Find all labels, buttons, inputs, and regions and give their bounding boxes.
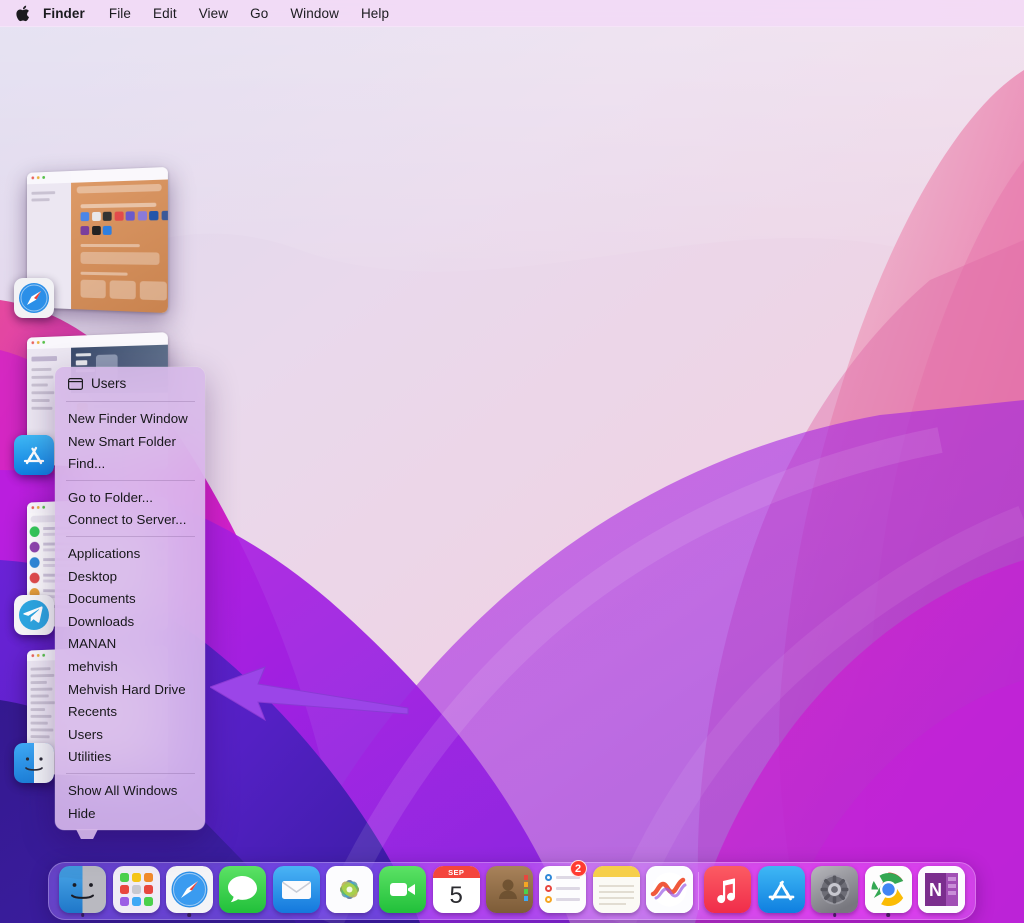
finder-icon[interactable] <box>59 866 106 913</box>
menu-item-hide[interactable]: Hide <box>55 802 205 825</box>
left-pointing-arrow-icon <box>210 664 410 724</box>
finder-window-icon <box>68 378 83 390</box>
menu-item-show-all-windows[interactable]: Show All Windows <box>55 779 205 802</box>
dock-item-photos[interactable] <box>323 862 376 920</box>
menu-edit[interactable]: Edit <box>142 0 188 27</box>
menu-header-label: Users <box>91 376 126 391</box>
calendar-icon[interactable]: SEP 5 <box>433 866 480 913</box>
menu-window[interactable]: Window <box>279 0 350 27</box>
running-indicator <box>833 913 837 917</box>
dock-separator <box>698 872 699 910</box>
dock-item-calendar[interactable]: SEP 5 <box>430 862 483 920</box>
menu-item-recents[interactable]: Recents <box>55 700 205 723</box>
facetime-icon[interactable] <box>379 866 426 913</box>
mail-icon[interactable] <box>273 866 320 913</box>
apple-logo-icon[interactable] <box>14 3 31 23</box>
menu-item-find[interactable]: Find... <box>55 452 205 475</box>
window-thumbnail-safari[interactable] <box>22 170 182 330</box>
menu-pointer-tail <box>76 829 98 839</box>
running-indicator <box>188 913 192 917</box>
menu-item-users[interactable]: Users <box>55 723 205 746</box>
menu-bar: Finder File Edit View Go Window Help <box>0 0 1024 27</box>
messages-icon[interactable] <box>219 866 266 913</box>
system-preferences-icon[interactable] <box>811 866 858 913</box>
dock-item-notes[interactable] <box>590 862 643 920</box>
dock-context-menu[interactable]: Users New Finder Window New Smart Folder… <box>55 367 205 830</box>
menu-header-users[interactable]: Users <box>55 372 205 396</box>
menu-item-documents[interactable]: Documents <box>55 587 205 610</box>
dock-item-reminders[interactable]: 2 <box>536 862 589 920</box>
dock-item-app-store[interactable] <box>755 862 808 920</box>
menu-help[interactable]: Help <box>350 0 400 27</box>
menu-item-new-finder-window[interactable]: New Finder Window <box>55 407 205 430</box>
dock-item-finder[interactable] <box>56 862 109 920</box>
menu-go[interactable]: Go <box>239 0 279 27</box>
music-icon[interactable] <box>704 866 751 913</box>
safari-icon[interactable] <box>166 866 213 913</box>
launchpad-icon[interactable] <box>113 866 160 913</box>
reminders-badge: 2 <box>570 860 587 877</box>
menu-view[interactable]: View <box>188 0 239 27</box>
dock-item-launchpad[interactable] <box>109 862 162 920</box>
menu-separator <box>66 536 195 537</box>
dock-item-mail[interactable] <box>269 862 322 920</box>
svg-text:N: N <box>929 880 942 900</box>
menu-item-applications[interactable]: Applications <box>55 542 205 565</box>
running-indicator <box>886 913 890 917</box>
dock-item-contacts[interactable] <box>483 862 536 920</box>
menu-item-manan[interactable]: MANAN <box>55 632 205 655</box>
menu-separator <box>66 401 195 402</box>
menu-finder[interactable]: Finder <box>34 0 98 27</box>
menu-item-mehvish[interactable]: mehvish <box>55 655 205 678</box>
running-indicator <box>81 913 85 917</box>
menu-item-downloads[interactable]: Downloads <box>55 610 205 633</box>
finder-icon <box>14 743 54 783</box>
telegram-icon <box>14 595 54 635</box>
calendar-month: SEP <box>448 868 464 877</box>
app-store-icon <box>14 435 54 475</box>
chrome-icon[interactable] <box>865 866 912 913</box>
stocks-icon[interactable] <box>646 866 693 913</box>
photos-icon[interactable] <box>326 866 373 913</box>
menu-item-new-smart-folder[interactable]: New Smart Folder <box>55 430 205 453</box>
contacts-icon[interactable] <box>486 866 533 913</box>
dock-item-chrome[interactable] <box>861 862 914 920</box>
menu-item-go-to-folder[interactable]: Go to Folder... <box>55 486 205 509</box>
notes-icon[interactable] <box>593 866 640 913</box>
calendar-day: 5 <box>450 884 463 908</box>
dock-item-system-preferences[interactable] <box>808 862 861 920</box>
safari-icon <box>14 278 54 318</box>
menu-item-desktop[interactable]: Desktop <box>55 565 205 588</box>
menu-separator <box>66 773 195 774</box>
onenote-icon[interactable]: N <box>918 866 965 913</box>
dock-item-stocks[interactable] <box>643 862 696 920</box>
dock-item-messages[interactable] <box>216 862 269 920</box>
menu-separator <box>66 480 195 481</box>
dock-item-music[interactable] <box>701 862 754 920</box>
menu-item-connect-to-server[interactable]: Connect to Server... <box>55 508 205 531</box>
dock-item-safari[interactable] <box>163 862 216 920</box>
menu-item-utilities[interactable]: Utilities <box>55 745 205 768</box>
dock-item-facetime[interactable] <box>376 862 429 920</box>
menu-file[interactable]: File <box>98 0 142 27</box>
dock[interactable]: SEP 5 <box>48 862 976 920</box>
app-store-icon[interactable] <box>758 866 805 913</box>
annotation-arrow <box>210 664 410 724</box>
menu-item-mehvish-hard-drive[interactable]: Mehvish Hard Drive <box>55 678 205 701</box>
dock-item-onenote[interactable]: N <box>915 862 968 920</box>
